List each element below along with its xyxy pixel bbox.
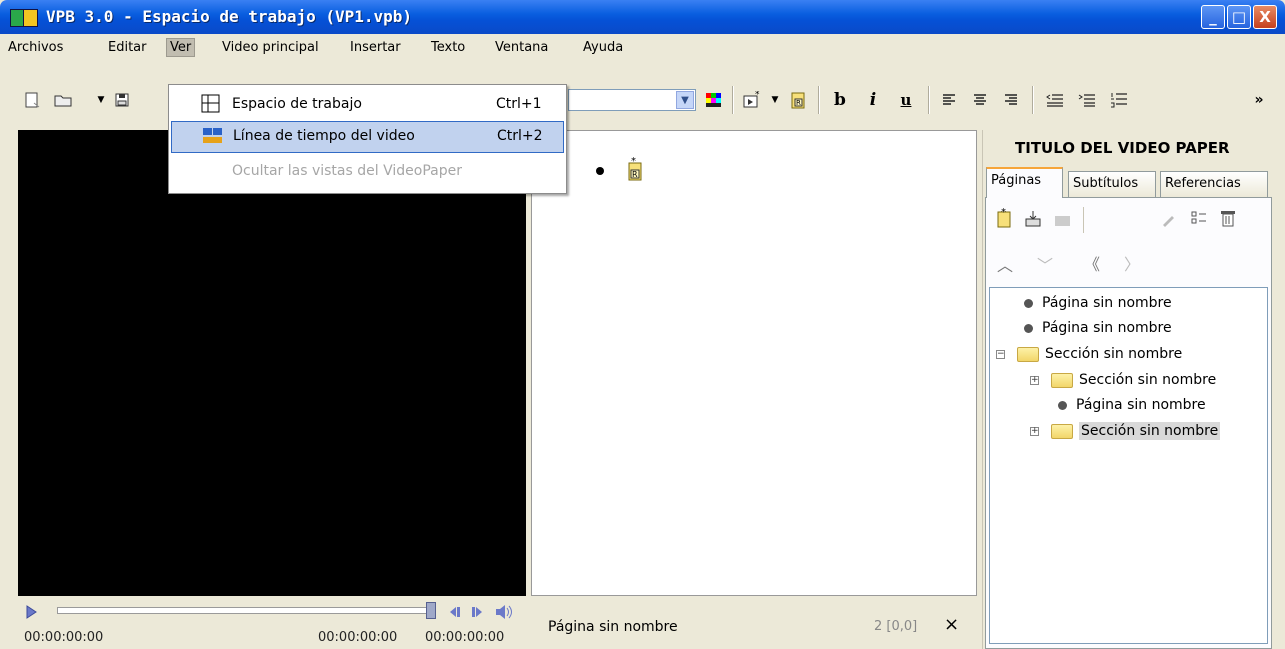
menu-item-linea-de-tiempo[interactable]: Línea de tiempo del video Ctrl+2 — [171, 121, 564, 153]
time-current: 00:00:00:00 — [24, 630, 104, 645]
add-page-icon[interactable]: * — [995, 207, 1013, 233]
status-page-name: Página sin nombre — [548, 619, 678, 635]
menu-item-espacio-de-trabajo[interactable]: Espacio de trabajo Ctrl+1 — [171, 88, 564, 120]
step-forward-icon[interactable] — [470, 602, 486, 622]
expand-icon[interactable]: + — [1030, 426, 1039, 436]
menu-archivos[interactable]: Archivos — [5, 39, 66, 56]
numbered-list-icon[interactable] — [1108, 90, 1130, 110]
tree-item-section-selected[interactable]: + Sección sin nombre — [1030, 421, 1221, 441]
svg-text:*: * — [1001, 207, 1006, 218]
expand-icon[interactable]: + — [1030, 375, 1039, 385]
menu-ver[interactable]: Ver — [166, 38, 196, 57]
panel-title: TITULO DEL VIDEO PAPER — [1015, 139, 1230, 157]
new-file-icon[interactable] — [22, 90, 42, 110]
import-page-icon[interactable] — [1024, 210, 1042, 232]
step-back-icon[interactable] — [446, 602, 462, 622]
time-total: 00:00:00:00 — [425, 630, 505, 645]
close-page-icon[interactable]: × — [944, 614, 959, 635]
add-section-icon — [1053, 212, 1073, 232]
page-bullet-icon — [1024, 298, 1033, 308]
italic-button[interactable]: i — [866, 90, 880, 110]
folder-icon — [1017, 346, 1039, 362]
svg-text:*: * — [755, 91, 760, 100]
close-button[interactable]: X — [1253, 5, 1277, 29]
insert-video-icon[interactable]: * — [741, 90, 763, 110]
tab-referencias[interactable]: Referencias — [1160, 171, 1268, 197]
menu-editar[interactable]: Editar — [105, 39, 150, 56]
maximize-button[interactable]: □ — [1227, 5, 1251, 29]
open-folder-icon — [1051, 423, 1073, 439]
tab-subtitulos[interactable]: Subtítulos — [1068, 171, 1156, 197]
window-title: VPB 3.0 - Espacio de trabajo (VP1.vpb) — [46, 7, 413, 26]
increase-indent-icon[interactable] — [1076, 90, 1098, 110]
menu-item-ocultar-vistas: Ocultar las vistas del VideoPaper — [232, 163, 462, 179]
page-bullet-icon — [1024, 323, 1033, 333]
tab-paginas[interactable]: Páginas — [986, 167, 1063, 198]
video-preview[interactable] — [18, 130, 526, 596]
tree-item-page[interactable]: Página sin nombre — [1058, 395, 1206, 415]
tree-item-page[interactable]: Página sin nombre — [1024, 318, 1172, 338]
bullet-icon — [596, 167, 604, 175]
move-down-icon: ﹀ — [1037, 256, 1054, 275]
combo-dropdown-icon[interactable]: ▼ — [676, 91, 694, 109]
app-icon — [10, 9, 38, 27]
underline-button[interactable]: u — [898, 90, 914, 110]
reference-marker-icon[interactable]: R * — [626, 156, 644, 187]
folder-icon — [1051, 372, 1073, 388]
save-icon[interactable] — [112, 90, 132, 110]
decrease-indent-icon[interactable] — [1044, 90, 1066, 110]
menu-texto[interactable]: Texto — [428, 39, 468, 56]
pages-tree[interactable] — [989, 287, 1268, 644]
title-bar: VPB 3.0 - Espacio de trabajo (VP1.vpb) _… — [0, 0, 1285, 34]
ver-menu-dropdown: Espacio de trabajo Ctrl+1 Línea de tiemp… — [168, 84, 567, 194]
minimize-button[interactable]: _ — [1201, 5, 1225, 29]
insert-reference-icon[interactable]: R — [787, 90, 809, 110]
properties-icon[interactable] — [1190, 210, 1208, 232]
menu-video-principal[interactable]: Video principal — [219, 39, 322, 56]
status-position: 2 [0,0] — [874, 619, 918, 634]
video-dropdown-arrow-icon[interactable]: ▼ — [769, 90, 781, 110]
move-up-icon[interactable]: ︿ — [997, 252, 1013, 276]
edit-pencil-icon — [1160, 212, 1176, 232]
tree-item-section[interactable]: − Sección sin nombre — [996, 344, 1182, 364]
svg-text:*: * — [631, 157, 636, 167]
menu-ayuda[interactable]: Ayuda — [580, 39, 626, 56]
menu-ventana[interactable]: Ventana — [492, 39, 551, 56]
color-palette-icon[interactable] — [703, 90, 725, 110]
tree-item-page[interactable]: Página sin nombre — [1024, 293, 1172, 313]
page-bullet-icon — [1058, 400, 1067, 410]
bold-button[interactable]: b — [832, 90, 848, 110]
align-left-icon[interactable] — [940, 90, 960, 110]
align-center-icon[interactable] — [970, 90, 990, 110]
time-selection: 00:00:00:00 — [318, 630, 398, 645]
delete-icon[interactable] — [1219, 208, 1237, 232]
menu-bar: Archivos Editar Ver Video principal Inse… — [0, 34, 1285, 63]
workspace-icon — [201, 94, 221, 113]
toolbar-overflow-button[interactable]: » — [1251, 90, 1267, 110]
open-folder-icon[interactable] — [52, 90, 74, 110]
indent-icon: 〉 — [1124, 255, 1141, 274]
outdent-icon[interactable]: 《 — [1084, 251, 1100, 275]
volume-icon[interactable] — [494, 602, 514, 622]
timeline-thumb[interactable] — [426, 602, 436, 619]
svg-text:R: R — [796, 99, 801, 107]
page-editor[interactable] — [531, 130, 977, 596]
menu-insertar[interactable]: Insertar — [347, 39, 404, 56]
open-dropdown-arrow-icon[interactable]: ▼ — [95, 90, 107, 110]
timeline-slider[interactable] — [57, 607, 429, 614]
svg-text:R: R — [632, 170, 638, 179]
tree-item-section[interactable]: + Sección sin nombre — [1030, 370, 1216, 390]
style-combo[interactable]: ▼ — [568, 89, 696, 111]
collapse-icon[interactable]: − — [996, 349, 1005, 359]
align-right-icon[interactable] — [1000, 90, 1020, 110]
timeline-icon — [202, 127, 222, 145]
play-icon[interactable] — [24, 602, 38, 622]
